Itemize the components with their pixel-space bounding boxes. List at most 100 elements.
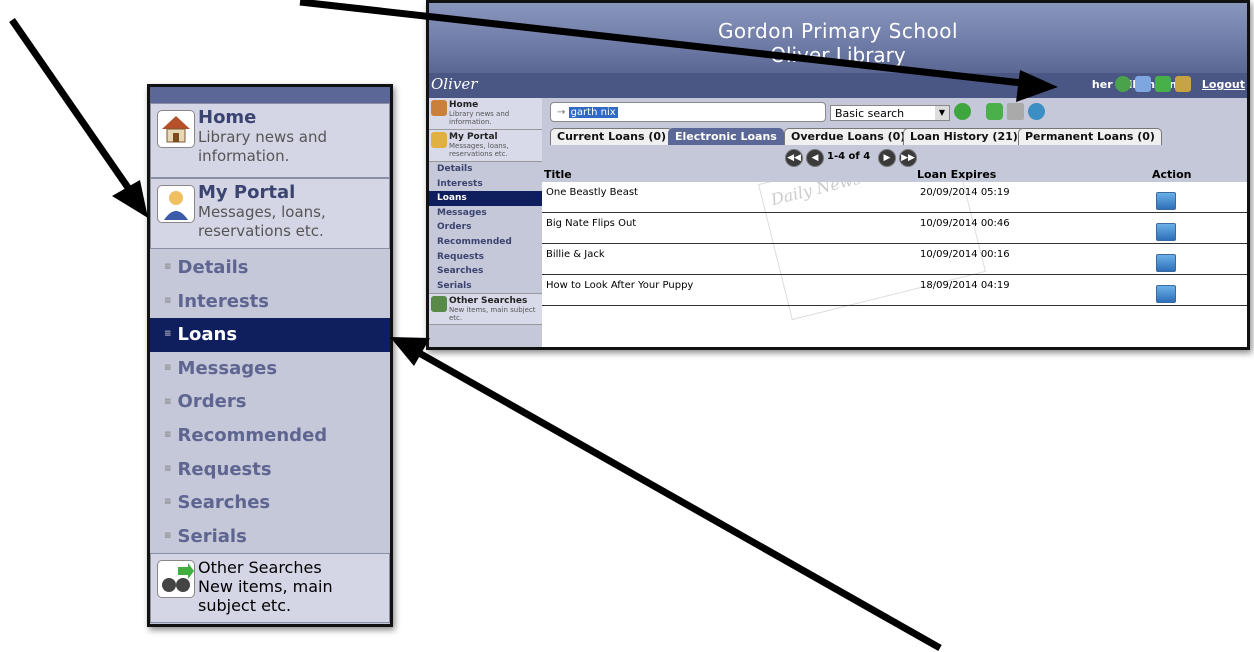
arrow-to-sidebar <box>9 18 148 218</box>
search-mode-value: Basic search <box>835 107 905 120</box>
table-row: Big Nate Flips Out 10/09/2014 00:46 <box>542 213 1247 244</box>
col-expires: Loan Expires <box>917 168 997 181</box>
return-icon[interactable] <box>1156 285 1176 303</box>
sidebar-item-loans[interactable]: Loans <box>429 191 542 206</box>
world-icon[interactable] <box>1028 103 1045 120</box>
sidebar-item-searches[interactable]: Searches <box>429 264 542 279</box>
logout-link[interactable]: Logout <box>1202 78 1245 91</box>
zoom-sidebar-item-details[interactable]: ≡ Details <box>150 251 390 285</box>
search-mode-select[interactable]: Basic search ▼ <box>830 105 950 121</box>
refresh-icon[interactable] <box>986 103 1003 120</box>
next-page-icon[interactable]: ▶ <box>878 149 896 167</box>
row-title[interactable]: Big Nate Flips Out <box>546 218 636 229</box>
zoom-other-subtitle: New items, main subject etc. <box>198 577 333 616</box>
sidebar-other-subtitle: New items, main subject etc. <box>449 306 536 323</box>
switch-icon[interactable] <box>1155 76 1171 92</box>
exit-icon[interactable] <box>1175 76 1191 92</box>
prev-page-icon[interactable]: ◀ <box>806 149 824 167</box>
bullet-icon: ≡ <box>164 295 172 306</box>
zoom-sidebar-portal[interactable]: My Portal Messages, loans, reservations … <box>150 178 390 249</box>
return-icon[interactable] <box>1156 192 1176 210</box>
search-bar: → garth nix Basic search ▼ <box>542 98 1247 126</box>
binoculars-icon <box>431 296 447 313</box>
zoom-item-label: Messages <box>177 357 278 379</box>
library-name: Oliver Library <box>770 43 906 67</box>
zoom-home-title: Home <box>198 107 257 128</box>
loan-tabs: Current Loans (0) Electronic Loans Overd… <box>542 126 1247 146</box>
row-expires: 18/09/2014 04:19 <box>920 280 1010 291</box>
sidebar-other-searches[interactable]: Other Searches New items, main subject e… <box>429 293 542 326</box>
search-value: garth nix <box>568 107 618 118</box>
zoom-sidebar-other-searches[interactable]: Other Searches New items, main subject e… <box>150 553 390 624</box>
zoom-other-title: Other Searches <box>198 558 322 578</box>
library-screenshot: Gordon Primary School Oliver Library Oli… <box>426 0 1250 350</box>
sidebar-home-title: Home <box>449 100 479 110</box>
tab-electronic-loans[interactable]: Electronic Loans <box>668 128 784 145</box>
bullet-icon: ≡ <box>164 262 172 273</box>
zoom-item-label: Requests <box>177 458 272 480</box>
zoom-sidebar-item-searches[interactable]: ≡ Searches <box>150 486 390 520</box>
tab-overdue-loans[interactable]: Overdue Loans (0) <box>784 128 913 145</box>
sidebar-item-recommended[interactable]: Recommended <box>429 235 542 250</box>
portal-icon <box>431 132 447 148</box>
arrow-right-icon: → <box>557 107 566 118</box>
sidebar-home[interactable]: Home Library news and information. <box>429 98 542 130</box>
sidebar-portal-subtitle: Messages, loans, reservations etc. <box>449 142 509 158</box>
bullet-icon: ≡ <box>164 463 172 474</box>
help-icon[interactable] <box>1115 76 1131 92</box>
sidebar-item-interests[interactable]: Interests <box>429 177 542 192</box>
zoom-sidebar-item-interests[interactable]: ≡ Interests <box>150 285 390 319</box>
zoom-sidebar-item-serials[interactable]: ≡ Serials <box>150 520 390 554</box>
home-icon <box>431 100 447 116</box>
sidebar-item-orders[interactable]: Orders <box>429 220 542 235</box>
sidebar-item-messages[interactable]: Messages <box>429 206 542 221</box>
zoom-sidebar-item-recommended[interactable]: ≡ Recommended <box>150 419 390 453</box>
bullet-icon: ≡ <box>164 396 172 407</box>
col-title: Title <box>544 168 572 181</box>
table-row: One Beastly Beast 20/09/2014 05:19 <box>542 182 1247 213</box>
sidebar-item-details[interactable]: Details <box>429 162 542 177</box>
school-name: Gordon Primary School <box>717 19 959 43</box>
search-input[interactable]: → garth nix <box>550 102 826 122</box>
zoom-top-strip <box>150 87 390 103</box>
header-banner: Gordon Primary School Oliver Library <box>429 3 1247 73</box>
row-title[interactable]: How to Look After Your Puppy <box>546 280 693 291</box>
chevron-down-icon: ▼ <box>935 106 949 120</box>
grid-icon[interactable] <box>1007 103 1024 120</box>
zoom-item-label: Loans <box>177 324 238 346</box>
go-button[interactable] <box>954 103 971 120</box>
col-action: Action <box>1152 168 1192 181</box>
person-icon <box>157 185 195 223</box>
globe-icon[interactable] <box>1135 76 1151 92</box>
row-title[interactable]: Billie & Jack <box>546 249 605 260</box>
zoom-sidebar-item-loans[interactable]: ≡ Loans <box>150 318 390 352</box>
sidebar-item-requests[interactable]: Requests <box>429 250 542 265</box>
bullet-icon: ≡ <box>164 530 172 541</box>
zoom-sidebar-home[interactable]: Home Library news and information. <box>150 103 390 178</box>
return-icon[interactable] <box>1156 223 1176 241</box>
row-title[interactable]: One Beastly Beast <box>546 187 638 198</box>
home-icon <box>157 110 195 148</box>
bullet-icon: ≡ <box>164 329 172 340</box>
sidebar-item-serials[interactable]: Serials <box>429 279 542 294</box>
tab-current-loans[interactable]: Current Loans (0) <box>550 128 674 145</box>
zoom-home-subtitle: Library news and information. <box>198 128 328 165</box>
row-expires: 10/09/2014 00:16 <box>920 249 1010 260</box>
zoom-sidebar-item-orders[interactable]: ≡ Orders <box>150 385 390 419</box>
last-page-icon[interactable]: ▶▶ <box>899 149 917 167</box>
sidebar-portal[interactable]: My Portal Messages, loans, reservations … <box>429 130 542 162</box>
row-expires: 10/09/2014 00:46 <box>920 218 1010 229</box>
tab-permanent-loans[interactable]: Permanent Loans (0) <box>1018 128 1162 145</box>
table-row: How to Look After Your Puppy 18/09/2014 … <box>542 275 1247 306</box>
first-page-icon[interactable]: ◀◀ <box>785 149 803 167</box>
oliver-logo: Oliver <box>431 75 478 93</box>
return-icon[interactable] <box>1156 254 1176 272</box>
zoom-sidebar-item-requests[interactable]: ≡ Requests <box>150 453 390 487</box>
zoom-portal-subtitle: Messages, loans, reservations etc. <box>198 203 326 240</box>
zoom-item-label: Recommended <box>177 424 328 446</box>
zoom-item-label: Details <box>177 257 249 278</box>
pagination: ◀◀ ◀ 1-4 of 4 ▶ ▶▶ <box>542 146 1247 168</box>
zoom-sidebar-item-messages[interactable]: ≡ Messages <box>150 352 390 386</box>
main-content: Daily News → garth nix Basic search ▼ Cu… <box>542 98 1247 347</box>
tab-loan-history[interactable]: Loan History (21) <box>903 128 1025 145</box>
